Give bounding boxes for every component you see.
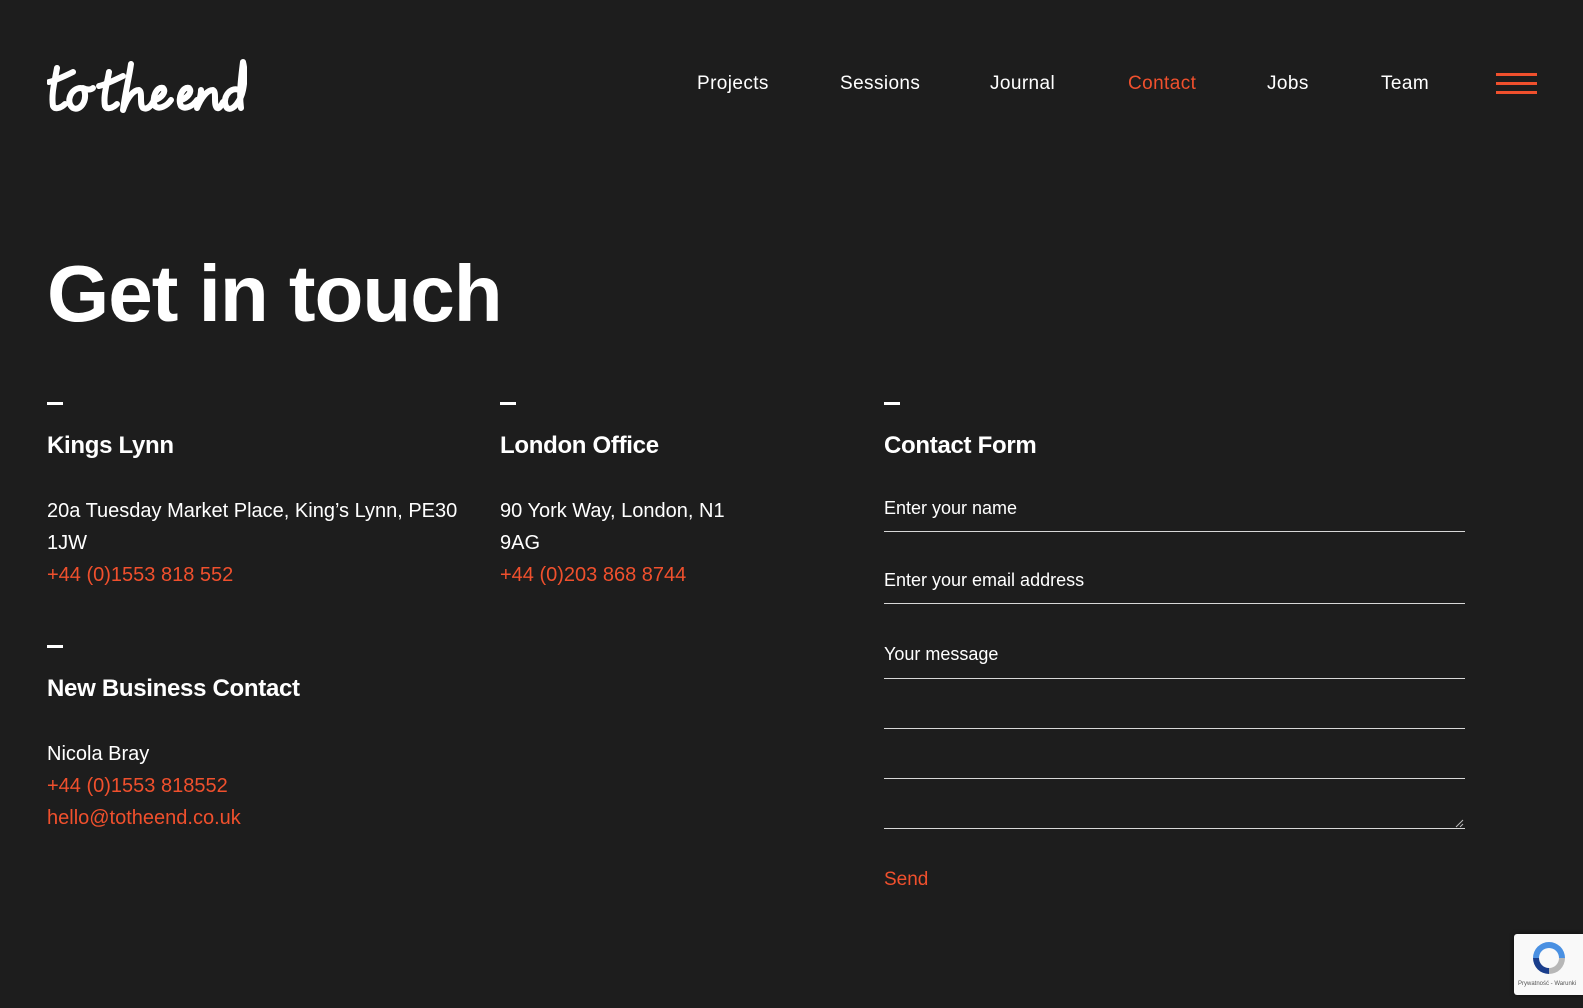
address-line: 90 York Way, London, N1 bbox=[500, 500, 725, 522]
resize-grip-icon[interactable] bbox=[1455, 819, 1464, 828]
main-nav: Projects Sessions Journal Contact Jobs T… bbox=[0, 71, 1583, 97]
hamburger-bar bbox=[1496, 82, 1537, 85]
message-textarea[interactable]: Your message bbox=[884, 630, 1465, 830]
section-dash bbox=[47, 402, 63, 405]
contact-name: Nicola Bray bbox=[47, 743, 150, 765]
nav-item-team[interactable]: Team bbox=[1381, 71, 1429, 97]
kings-lynn-block: Kings Lynn 20a Tuesday Market Place, Kin… bbox=[47, 402, 467, 591]
new-business-heading: New Business Contact bbox=[47, 675, 300, 702]
new-business-block: New Business Contact Nicola Bray +44 (0)… bbox=[47, 645, 467, 834]
address-line: 1JW bbox=[47, 532, 87, 554]
new-business-email-link[interactable]: hello@totheend.co.uk bbox=[47, 802, 467, 834]
new-business-details: Nicola Bray +44 (0)1553 818552 hello@tot… bbox=[47, 738, 467, 834]
contact-form-block: Contact Form bbox=[884, 402, 1465, 461]
recaptcha-terms-text[interactable]: Prywatność - Warunki bbox=[1518, 980, 1576, 988]
page: Projects Sessions Journal Contact Jobs T… bbox=[0, 0, 1583, 1008]
hamburger-bar bbox=[1496, 73, 1537, 76]
recaptcha-badge[interactable]: Prywatność - Warunki bbox=[1514, 934, 1583, 995]
nav-item-journal[interactable]: Journal bbox=[990, 71, 1055, 97]
contact-form-heading: Contact Form bbox=[884, 432, 1037, 459]
london-office-block: London Office 90 York Way, London, N1 9A… bbox=[500, 402, 860, 591]
page-title: Get in touch bbox=[47, 249, 503, 338]
nav-item-projects[interactable]: Projects bbox=[697, 71, 769, 97]
nav-item-contact[interactable]: Contact bbox=[1128, 71, 1196, 97]
kings-lynn-heading: Kings Lynn bbox=[47, 432, 174, 459]
london-office-heading: London Office bbox=[500, 432, 659, 459]
recaptcha-icon bbox=[1533, 942, 1565, 974]
message-line bbox=[884, 778, 1465, 779]
address-line: 20a Tuesday Market Place, King’s Lynn, P… bbox=[47, 500, 458, 522]
london-phone-link[interactable]: +44 (0)203 868 8744 bbox=[500, 559, 860, 591]
kings-lynn-details: 20a Tuesday Market Place, King’s Lynn, P… bbox=[47, 495, 467, 591]
hamburger-bar bbox=[1496, 91, 1537, 94]
email-input[interactable] bbox=[884, 565, 1465, 595]
section-dash bbox=[500, 402, 516, 405]
name-input[interactable] bbox=[884, 493, 1465, 523]
hamburger-icon[interactable] bbox=[1496, 71, 1537, 97]
send-button[interactable]: Send bbox=[884, 868, 928, 892]
nav-item-jobs[interactable]: Jobs bbox=[1267, 71, 1309, 97]
message-placeholder: Your message bbox=[884, 644, 999, 664]
message-line bbox=[884, 728, 1465, 729]
new-business-phone-link[interactable]: +44 (0)1553 818552 bbox=[47, 770, 467, 802]
email-field-wrapper bbox=[884, 565, 1465, 604]
name-field-wrapper bbox=[884, 493, 1465, 532]
message-line bbox=[884, 828, 1465, 829]
section-dash bbox=[47, 645, 63, 648]
nav-item-sessions[interactable]: Sessions bbox=[840, 71, 920, 97]
section-dash bbox=[884, 402, 900, 405]
kings-lynn-phone-link[interactable]: +44 (0)1553 818 552 bbox=[47, 559, 467, 591]
message-line bbox=[884, 678, 1465, 679]
london-office-details: 90 York Way, London, N1 9AG +44 (0)203 8… bbox=[500, 495, 860, 591]
address-line: 9AG bbox=[500, 532, 541, 554]
